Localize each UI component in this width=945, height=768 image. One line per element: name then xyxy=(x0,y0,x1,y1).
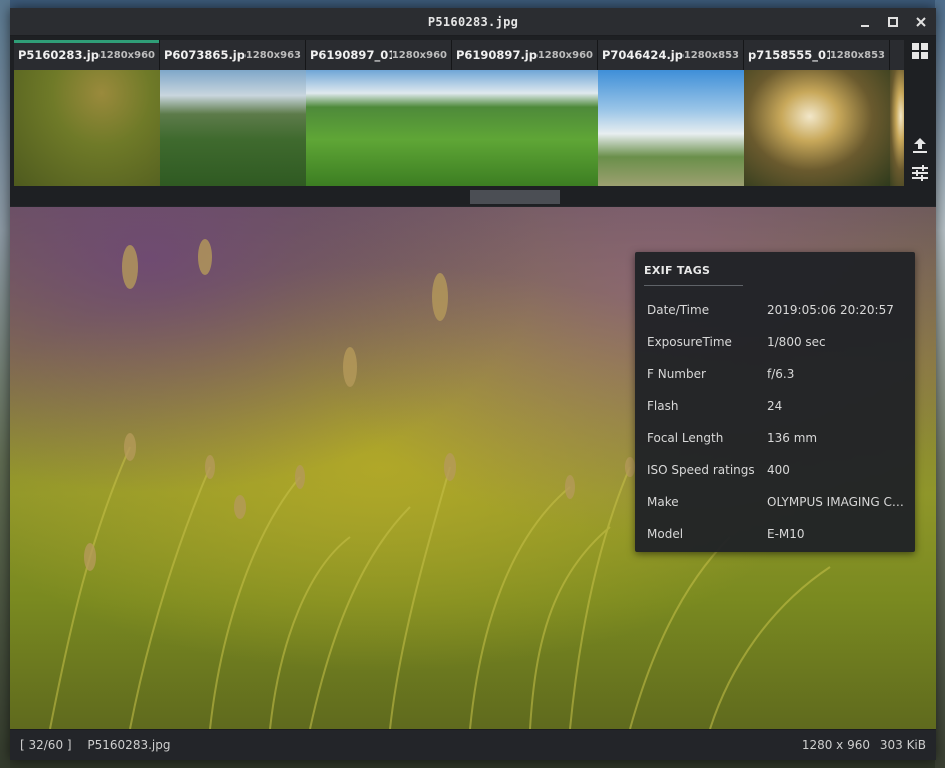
file-size: 303 KiB xyxy=(879,738,926,752)
status-left: [ 32/60 ] P5160283.jpg xyxy=(20,738,170,752)
thumbnail-size: 1280x960 xyxy=(99,49,155,61)
side-toolbar xyxy=(904,36,936,206)
thumbnail-name: P6190897.jpg xyxy=(456,48,538,62)
desktop-background-left xyxy=(0,0,10,768)
thumbnail-image xyxy=(598,70,744,186)
thumbnail-image xyxy=(14,70,160,186)
thumbnail-item[interactable]: P6073865.jpg 1280x963 xyxy=(160,40,306,186)
thumbnail-item[interactable]: P5160283.jpg 1280x960 xyxy=(14,40,160,186)
exif-key: Focal Length xyxy=(647,431,724,445)
settings-sliders-icon[interactable] xyxy=(909,162,931,184)
exif-row: Date/Time 2019:05:06 20:20:57 xyxy=(635,294,915,326)
maximize-icon[interactable] xyxy=(886,15,900,29)
exif-value: 400 xyxy=(767,463,790,477)
image-index: [ 32/60 ] xyxy=(20,738,72,752)
thumbnail-scrollbar[interactable] xyxy=(10,189,936,206)
exif-value: 136 mm xyxy=(767,431,818,445)
thumbnail-image xyxy=(890,70,904,186)
image-dimensions: 1280 x 960 xyxy=(801,738,871,752)
exif-key: ISO Speed ratings xyxy=(647,463,755,477)
exif-value: E-M10 xyxy=(767,527,805,541)
exif-value: OLYMPUS IMAGING COR... xyxy=(767,495,907,509)
exif-row: ExposureTime 1/800 sec xyxy=(635,326,915,358)
thumbnail-scrollbar-handle[interactable] xyxy=(470,190,560,204)
exif-row: Flash 24 xyxy=(635,390,915,422)
thumbnail-image xyxy=(452,70,598,186)
exif-key: Date/Time xyxy=(647,303,710,317)
thumbnail-name: P6190897_01.jpg xyxy=(310,48,392,62)
thumbnail-size: 1280x853 xyxy=(683,49,739,61)
window-title: P5160283.jpg xyxy=(427,14,519,29)
exif-value: f/6.3 xyxy=(767,367,795,381)
exif-key: Model xyxy=(647,527,684,541)
title-bar[interactable]: P5160283.jpg xyxy=(10,8,936,36)
exif-title: EXIF TAGS xyxy=(644,264,711,277)
exif-row: Focal Length 136 mm xyxy=(635,422,915,454)
thumbnail-image xyxy=(306,70,452,186)
thumbnail-size: 1280x960 xyxy=(537,49,593,61)
thumbnail-name: P7046424.jpg xyxy=(602,48,684,62)
status-bar: [ 32/60 ] P5160283.jpg 1280 x 960 303 Ki… xyxy=(10,729,936,760)
upload-icon[interactable] xyxy=(909,134,931,156)
exif-table: Date/Time 2019:05:06 20:20:57 ExposureTi… xyxy=(635,294,915,550)
thumbnail-item[interactable]: P6190897_01.jpg 1280x960 xyxy=(306,40,452,186)
exif-row: ISO Speed ratings 400 xyxy=(635,454,915,486)
exif-value: 1/800 sec xyxy=(767,335,826,349)
status-filename: P5160283.jpg xyxy=(87,738,171,752)
desktop-background-right xyxy=(935,0,945,768)
thumbnail-name: P6073865.jpg xyxy=(164,48,246,62)
exif-row: Model E-M10 xyxy=(635,518,915,550)
thumbnail-strip: P5160283.jpg 1280x960 P6073865.jpg 1280x… xyxy=(10,36,936,206)
thumbnail-size: 1280x963 xyxy=(245,49,301,61)
minimize-icon[interactable] xyxy=(858,15,872,29)
main-image-view[interactable]: EXIF TAGS Date/Time 2019:05:06 20:20:57 … xyxy=(10,207,936,729)
exif-panel: EXIF TAGS Date/Time 2019:05:06 20:20:57 … xyxy=(635,252,915,552)
exif-key: Flash xyxy=(647,399,679,413)
exif-value: 2019:05:06 20:20:57 xyxy=(767,303,894,317)
exif-key: Make xyxy=(647,495,679,509)
close-icon[interactable] xyxy=(914,15,928,29)
thumbnail-image xyxy=(744,70,890,186)
status-right: 1280 x 960 303 KiB xyxy=(802,738,926,752)
window-controls xyxy=(858,8,928,36)
thumbnail-image xyxy=(160,70,306,186)
exif-key: F Number xyxy=(647,367,706,381)
exif-title-divider xyxy=(644,285,743,286)
thumbnail-item[interactable]: p7158555_01.jpg 1280x853 xyxy=(744,40,890,186)
thumbnail-name: P5160283.jpg xyxy=(18,48,100,62)
grid-view-icon[interactable] xyxy=(909,40,931,62)
exif-row: Make OLYMPUS IMAGING COR... xyxy=(635,486,915,518)
thumbnail-item[interactable]: P6190897.jpg 1280x960 xyxy=(452,40,598,186)
thumbnail-name: p7158555_01.jpg xyxy=(748,48,830,62)
thumbnail-list: P5160283.jpg 1280x960 P6073865.jpg 1280x… xyxy=(14,40,904,186)
exif-key: ExposureTime xyxy=(647,335,732,349)
image-viewer-window: P5160283.jpg P5160283.jpg 1280x960 P6073… xyxy=(10,8,936,760)
thumbnail-item[interactable]: P7046424.jpg 1280x853 xyxy=(598,40,744,186)
thumbnail-item-partial[interactable] xyxy=(890,40,904,186)
exif-value: 24 xyxy=(767,399,783,413)
thumbnail-size: 1280x853 xyxy=(829,49,885,61)
exif-row: F Number f/6.3 xyxy=(635,358,915,390)
thumbnail-size: 1280x960 xyxy=(391,49,447,61)
